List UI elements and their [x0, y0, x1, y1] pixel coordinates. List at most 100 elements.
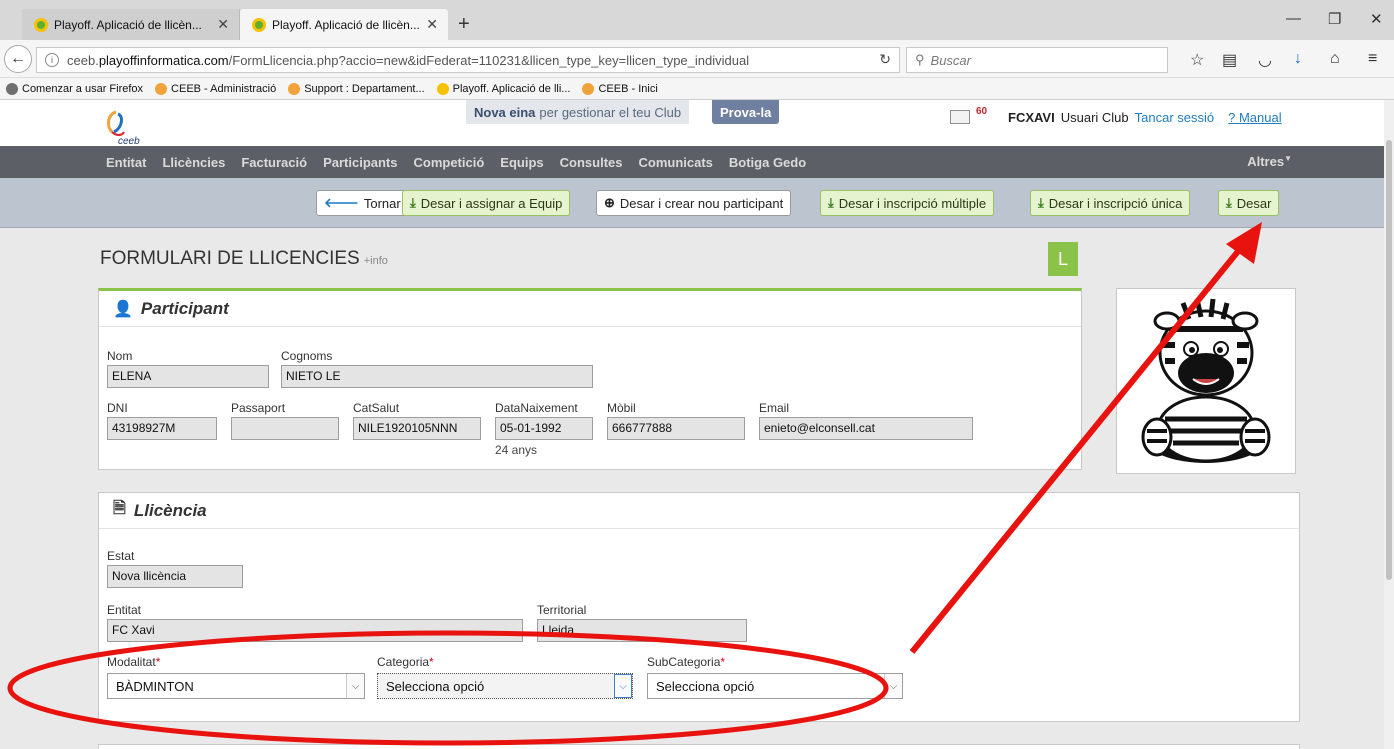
menu-item-comunicats[interactable]: Comunicats: [638, 155, 712, 170]
cognoms-input[interactable]: NIETO LE: [281, 365, 593, 388]
bookmark-star-icon[interactable]: ☆: [1190, 50, 1204, 70]
username: FCXAVI: [1008, 110, 1055, 125]
menu-item-llicencies[interactable]: Llicències: [162, 155, 225, 170]
minimize-icon[interactable]: —: [1286, 10, 1301, 27]
menu-item-botiga[interactable]: Botiga Gedo: [729, 155, 806, 170]
passaport-input[interactable]: [231, 417, 339, 440]
user-role: Usuari Club: [1060, 110, 1129, 125]
menu-item-equips[interactable]: Equips: [500, 155, 543, 170]
territorial-field: Territorial Lleida: [537, 603, 747, 642]
age-text: 24 anys: [495, 443, 538, 457]
save-assign-team-button[interactable]: ⤓ Desar i assignar a Equip: [402, 190, 571, 216]
passaport-field: Passaport: [231, 401, 339, 440]
menu-item-participants[interactable]: Participants: [323, 155, 397, 170]
page-title: FORMULARI DE LLICENCIES +info: [100, 248, 388, 269]
promo-banner: Nova eina per gestionar el teu Club: [466, 100, 690, 124]
dni-input[interactable]: 43198927M: [107, 417, 217, 440]
page-scrollbar[interactable]: [1384, 100, 1394, 749]
categoria-select[interactable]: Selecciona opció ⌵: [377, 673, 633, 699]
next-panel: [98, 744, 1300, 749]
bookmark-item[interactable]: CEEB - Inici: [582, 82, 658, 95]
estat-field: Estat Nova llicència: [107, 549, 243, 588]
action-toolbar: 🡐 Tornar ⤓ Desar i assignar a Equip ⊕ Desar…: [0, 178, 1384, 228]
restore-icon[interactable]: ❐: [1328, 10, 1341, 28]
chevron-down-icon[interactable]: ⌵: [346, 674, 364, 698]
new-tab-icon[interactable]: +: [458, 13, 470, 36]
svg-text:ceeb: ceeb: [118, 136, 140, 146]
scrollbar-thumb[interactable]: [1386, 140, 1392, 580]
save-button[interactable]: ⤓ Desar: [1218, 190, 1280, 216]
zebra-avatar-image: [1141, 298, 1271, 463]
chevron-down-icon[interactable]: ⌵: [614, 674, 632, 698]
info-link[interactable]: +info: [364, 255, 388, 267]
subcategoria-select[interactable]: Selecciona opció ⌵: [647, 673, 903, 699]
hamburger-menu-icon[interactable]: ≡: [1368, 50, 1377, 68]
subcategoria-field: SubCategoria*: [647, 655, 726, 669]
mobile-input[interactable]: 666777888: [607, 417, 745, 440]
mail-icon[interactable]: [950, 110, 970, 124]
participant-photo[interactable]: [1116, 288, 1296, 474]
try-it-button[interactable]: Prova-la: [712, 100, 780, 124]
url-prefix: ceeb.: [67, 52, 99, 68]
territorial-input[interactable]: Lleida: [537, 619, 747, 642]
bookmark-item[interactable]: Playoff. Aplicació de lli...: [436, 82, 570, 95]
firefox-icon: [6, 82, 18, 95]
search-icon: ⚲: [915, 52, 925, 67]
estat-input[interactable]: Nova llicència: [107, 565, 243, 588]
back-arrow-icon[interactable]: ←: [4, 45, 32, 73]
pocket-icon[interactable]: ◡: [1258, 50, 1272, 70]
menu-item-entitat[interactable]: Entitat: [106, 155, 146, 170]
menu-item-facturacio[interactable]: Facturació: [241, 155, 307, 170]
birthdate-input[interactable]: 05-01-1992: [495, 417, 593, 440]
catsalut-input[interactable]: NILE1920105NNN: [353, 417, 481, 440]
info-icon[interactable]: i: [45, 53, 59, 67]
ceeb-logo[interactable]: ceeb: [102, 106, 142, 146]
site-header: ceeb Nova eina per gestionar el teu Club…: [0, 100, 1384, 146]
close-tab-icon[interactable]: ✕: [426, 16, 438, 33]
chevron-down-icon[interactable]: ⌵: [884, 674, 902, 698]
user-info: FCXAVI Usuari Club Tancar sessió ? Manua…: [1008, 110, 1282, 125]
menu-item-altres[interactable]: Altres▼: [1247, 154, 1292, 169]
entitat-input[interactable]: FC Xavi: [107, 619, 523, 642]
back-button[interactable]: 🡐 Tornar: [316, 190, 409, 216]
download-icon: ⤓: [410, 195, 416, 210]
nom-input[interactable]: ELENA: [107, 365, 269, 388]
browser-tab-active[interactable]: Playoff. Aplicació de llicèn... ✕: [240, 9, 448, 40]
reload-icon[interactable]: ↻: [879, 51, 891, 68]
tab-label: Playoff. Aplicació de llicèn...: [54, 17, 202, 32]
logout-link[interactable]: Tancar sessió: [1135, 110, 1214, 125]
menu-item-consultes[interactable]: Consultes: [560, 155, 623, 170]
search-placeholder: Buscar: [930, 52, 971, 68]
playoff-favicon-icon: [436, 82, 449, 95]
user-card-icon: 👤: [113, 300, 133, 318]
arrow-left-icon: 🡐: [324, 195, 359, 210]
bookmark-item[interactable]: Support : Departament...: [288, 82, 425, 95]
modalitat-select[interactable]: BÀDMINTON ⌵: [107, 673, 365, 699]
email-input[interactable]: enieto@elconsell.cat: [759, 417, 973, 440]
close-window-icon[interactable]: ✕: [1370, 10, 1383, 28]
save-multiple-enrollment-button[interactable]: ⤓ Desar i inscripció múltiple: [820, 190, 995, 216]
playoff-favicon-icon: [252, 17, 266, 32]
ceeb-icon: [582, 82, 595, 95]
mail-count-badge: 60: [976, 106, 988, 117]
url-bar[interactable]: i ceeb. playoffinformatica.com/FormLlicen…: [36, 47, 900, 73]
search-input[interactable]: ⚲ Buscar: [906, 47, 1168, 73]
reading-list-icon[interactable]: ▤: [1222, 50, 1237, 70]
browser-tab-bar: Playoff. Aplicació de llicèn... ✕ Playof…: [0, 0, 1394, 40]
license-type-badge: L: [1048, 242, 1078, 276]
modalitat-field: Modalitat*: [107, 655, 161, 669]
close-tab-icon[interactable]: ✕: [217, 16, 229, 33]
bookmark-item[interactable]: CEEB - Administració: [155, 82, 276, 95]
save-single-enrollment-button[interactable]: ⤓ Desar i inscripció única: [1030, 190, 1191, 216]
catsalut-field: CatSalut NILE1920105NNN: [353, 401, 481, 440]
download-icon[interactable]: ↓: [1294, 50, 1302, 68]
manual-link[interactable]: ? Manual: [1228, 110, 1281, 125]
bookmark-item[interactable]: Comenzar a usar Firefox: [6, 82, 143, 95]
main-menu: Entitat Llicències Facturació Participan…: [0, 146, 1384, 178]
home-icon[interactable]: ⌂: [1330, 50, 1340, 68]
save-new-participant-button[interactable]: ⊕ Desar i crear nou participant: [596, 190, 792, 216]
caret-down-icon: ▼: [1284, 154, 1292, 163]
browser-tab[interactable]: Playoff. Aplicació de llicèn... ✕: [22, 9, 240, 40]
menu-item-competicio[interactable]: Competició: [414, 155, 485, 170]
url-path: /FormLlicencia.php?accio=new&idFederat=1…: [228, 52, 750, 68]
